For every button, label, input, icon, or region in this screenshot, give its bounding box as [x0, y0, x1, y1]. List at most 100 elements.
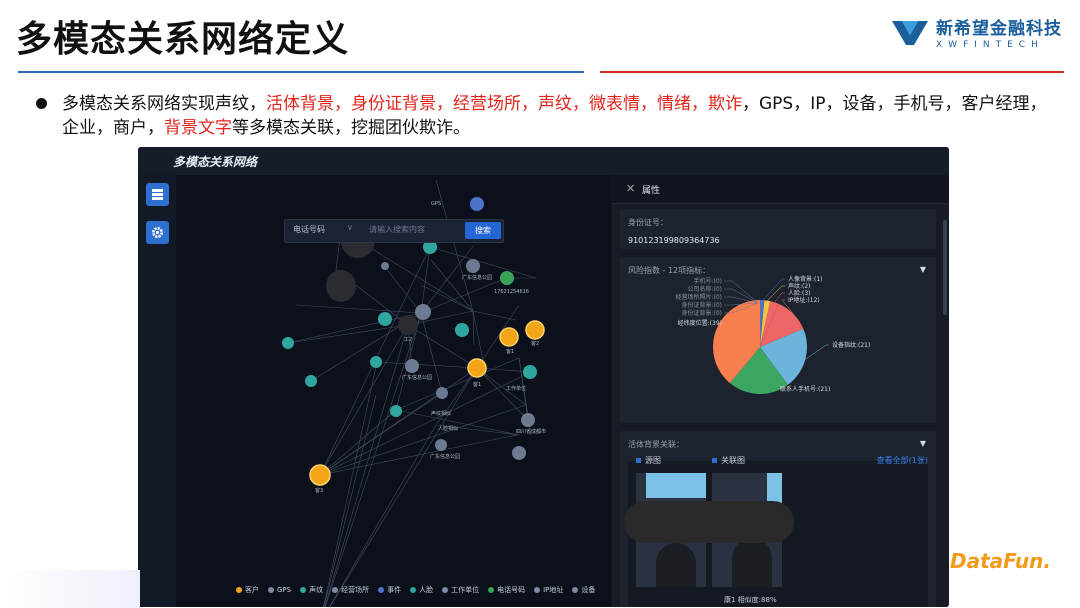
pie-label: 人脸:(3) [788, 289, 811, 297]
legend-item[interactable]: 事件 [378, 585, 401, 595]
chevron-down-icon[interactable]: ∨ [347, 223, 353, 232]
node-label: 17621254616 [494, 289, 529, 295]
event-node[interactable] [470, 197, 484, 211]
brand-mark-icon [892, 21, 928, 45]
customer-node[interactable] [309, 464, 331, 486]
node-label: 客3 [315, 487, 323, 494]
pie-label: 人像背景:(1) [788, 275, 823, 283]
search-input[interactable]: 请输入搜索内容 [369, 224, 425, 235]
legend-label: 声纹 [309, 586, 324, 594]
node-label: 工2 [404, 337, 412, 343]
legend-item[interactable]: 客户 [236, 585, 259, 595]
customer-node[interactable] [467, 358, 487, 378]
bullet-seg-1: 多模态关系网络实现声纹， [62, 94, 266, 114]
divider-blue [18, 71, 584, 73]
legend-item[interactable]: 设备 [572, 585, 595, 595]
legend-item[interactable]: 工作单位 [442, 585, 479, 595]
bullet-highlight-1: 活体背景，身份证背景，经营场所，声纹，微表情，情绪，欺诈 [266, 94, 742, 114]
brand-name-en: XWFINTECH [936, 40, 1044, 50]
legend-swatch [300, 587, 307, 593]
node-label: 广东信息公园 [430, 453, 460, 460]
face-node[interactable] [282, 337, 294, 349]
bullet-seg-3: 等多模态关联，挖掘团伙欺诈。 [232, 118, 470, 138]
masked-node[interactable] [398, 315, 418, 335]
pie-label: 身份证背景:(0) [681, 301, 722, 309]
node-label: 广东信息公园 [402, 374, 432, 381]
collapse-caret-icon[interactable]: ▼ [920, 439, 926, 448]
phone-node[interactable] [500, 271, 514, 285]
view-all-link[interactable]: 查看全部(1张) [877, 455, 928, 466]
legend-label: 客户 [245, 586, 259, 594]
edge-label: 声纹相似 [431, 410, 451, 417]
legend-swatch [534, 587, 541, 593]
left-toolbar [138, 175, 176, 607]
place-node[interactable] [466, 259, 480, 273]
app-window: 多模态关系网络 工2 客1 客1 客2 客3 17621254616 广东信息公… [138, 147, 949, 607]
legend-item[interactable]: 经营场所 [332, 585, 369, 595]
legend-item[interactable]: 声纹 [300, 585, 323, 595]
id-value: 910123199809364736 [628, 236, 720, 245]
place-node[interactable] [415, 304, 431, 320]
panel-scrollbar[interactable] [943, 220, 947, 315]
legend-label: GPS [277, 586, 292, 594]
face-node[interactable] [523, 365, 537, 379]
customer-node[interactable] [499, 327, 519, 347]
server-list-button[interactable] [146, 183, 169, 206]
app-header: 多模态关系网络 [138, 147, 949, 175]
brand-name-cn: 新希望金融科技 [936, 19, 1062, 39]
event-node[interactable] [512, 446, 526, 460]
edge-label: 人脸相似 [438, 425, 458, 432]
legend-label: 电话号码 [497, 586, 526, 594]
legend-item[interactable]: 人脸 [410, 585, 433, 595]
small-node[interactable] [381, 262, 389, 270]
brand-logo: 新希望金融科技 XWFINTECH [890, 14, 1062, 50]
server-icon [152, 189, 163, 200]
place-node[interactable] [435, 439, 447, 451]
masked-node[interactable] [326, 270, 356, 302]
voiceprint-node[interactable] [378, 312, 392, 326]
node-label: 客1 [506, 348, 514, 355]
relation-graph[interactable]: 工2 客1 客1 客2 客3 17621254616 广东信息公园 广东信息公园… [176, 175, 611, 607]
legend-swatch [236, 587, 242, 593]
legend-swatch [488, 587, 495, 593]
live-label: 活体背景关联： [628, 440, 684, 449]
face-node[interactable] [305, 375, 317, 387]
settings-button[interactable] [146, 221, 169, 244]
face-node[interactable] [390, 405, 402, 417]
legend-swatch [572, 587, 579, 593]
bullet-highlight-2: 背景文字 [164, 118, 232, 138]
collapse-caret-icon[interactable]: ▼ [920, 265, 926, 274]
graph-legend: 客户 GPS 声纹 经营场所 事件 人脸 工作单位 电话号码 IP地址 设备 [236, 585, 595, 595]
node-label: 客2 [531, 340, 539, 347]
pie-label: IP地址:(12) [788, 296, 820, 304]
face-node[interactable] [370, 356, 382, 368]
place-node[interactable] [521, 413, 535, 427]
legend-item[interactable]: GPS [268, 585, 291, 595]
pie-leader-line [724, 280, 759, 304]
search-button[interactable]: 搜索 [465, 222, 501, 239]
place-node[interactable] [436, 387, 448, 399]
legend-item[interactable]: IP地址 [534, 585, 563, 595]
slide-title: 多模态关系网络定义 [16, 19, 350, 60]
pie-label: 设备指纹:(21) [832, 341, 870, 349]
customer-node[interactable] [525, 320, 545, 340]
voiceprint-node[interactable] [455, 323, 469, 337]
legend-label: 事件 [387, 586, 402, 594]
panel-header: ✕ 属性 [612, 175, 949, 204]
legend-swatch [378, 587, 385, 593]
pie-label: 经营场所照片:(0) [675, 293, 722, 301]
datafun-logo: DataFun. [950, 549, 1051, 573]
pie-leader-line [774, 292, 785, 303]
graph-search-bar: 电话号码 ∨ 请输入搜索内容 搜索 [284, 219, 504, 243]
place-node[interactable] [405, 359, 419, 373]
legend-item[interactable]: 电话号码 [488, 585, 525, 595]
tab-source-image[interactable]: 源图 [636, 455, 661, 466]
close-icon[interactable]: ✕ [626, 182, 635, 195]
pie-label: 身份证背景:(0) [681, 309, 722, 317]
search-type-select[interactable]: 电话号码 [293, 224, 325, 235]
legend-swatch [332, 587, 339, 593]
panel-title: 属性 [642, 186, 661, 196]
pie-label: 手机号:(0) [693, 277, 722, 285]
node-label: 四川省成都市 [516, 428, 546, 435]
tab-related-image[interactable]: 关联图 [712, 455, 745, 466]
